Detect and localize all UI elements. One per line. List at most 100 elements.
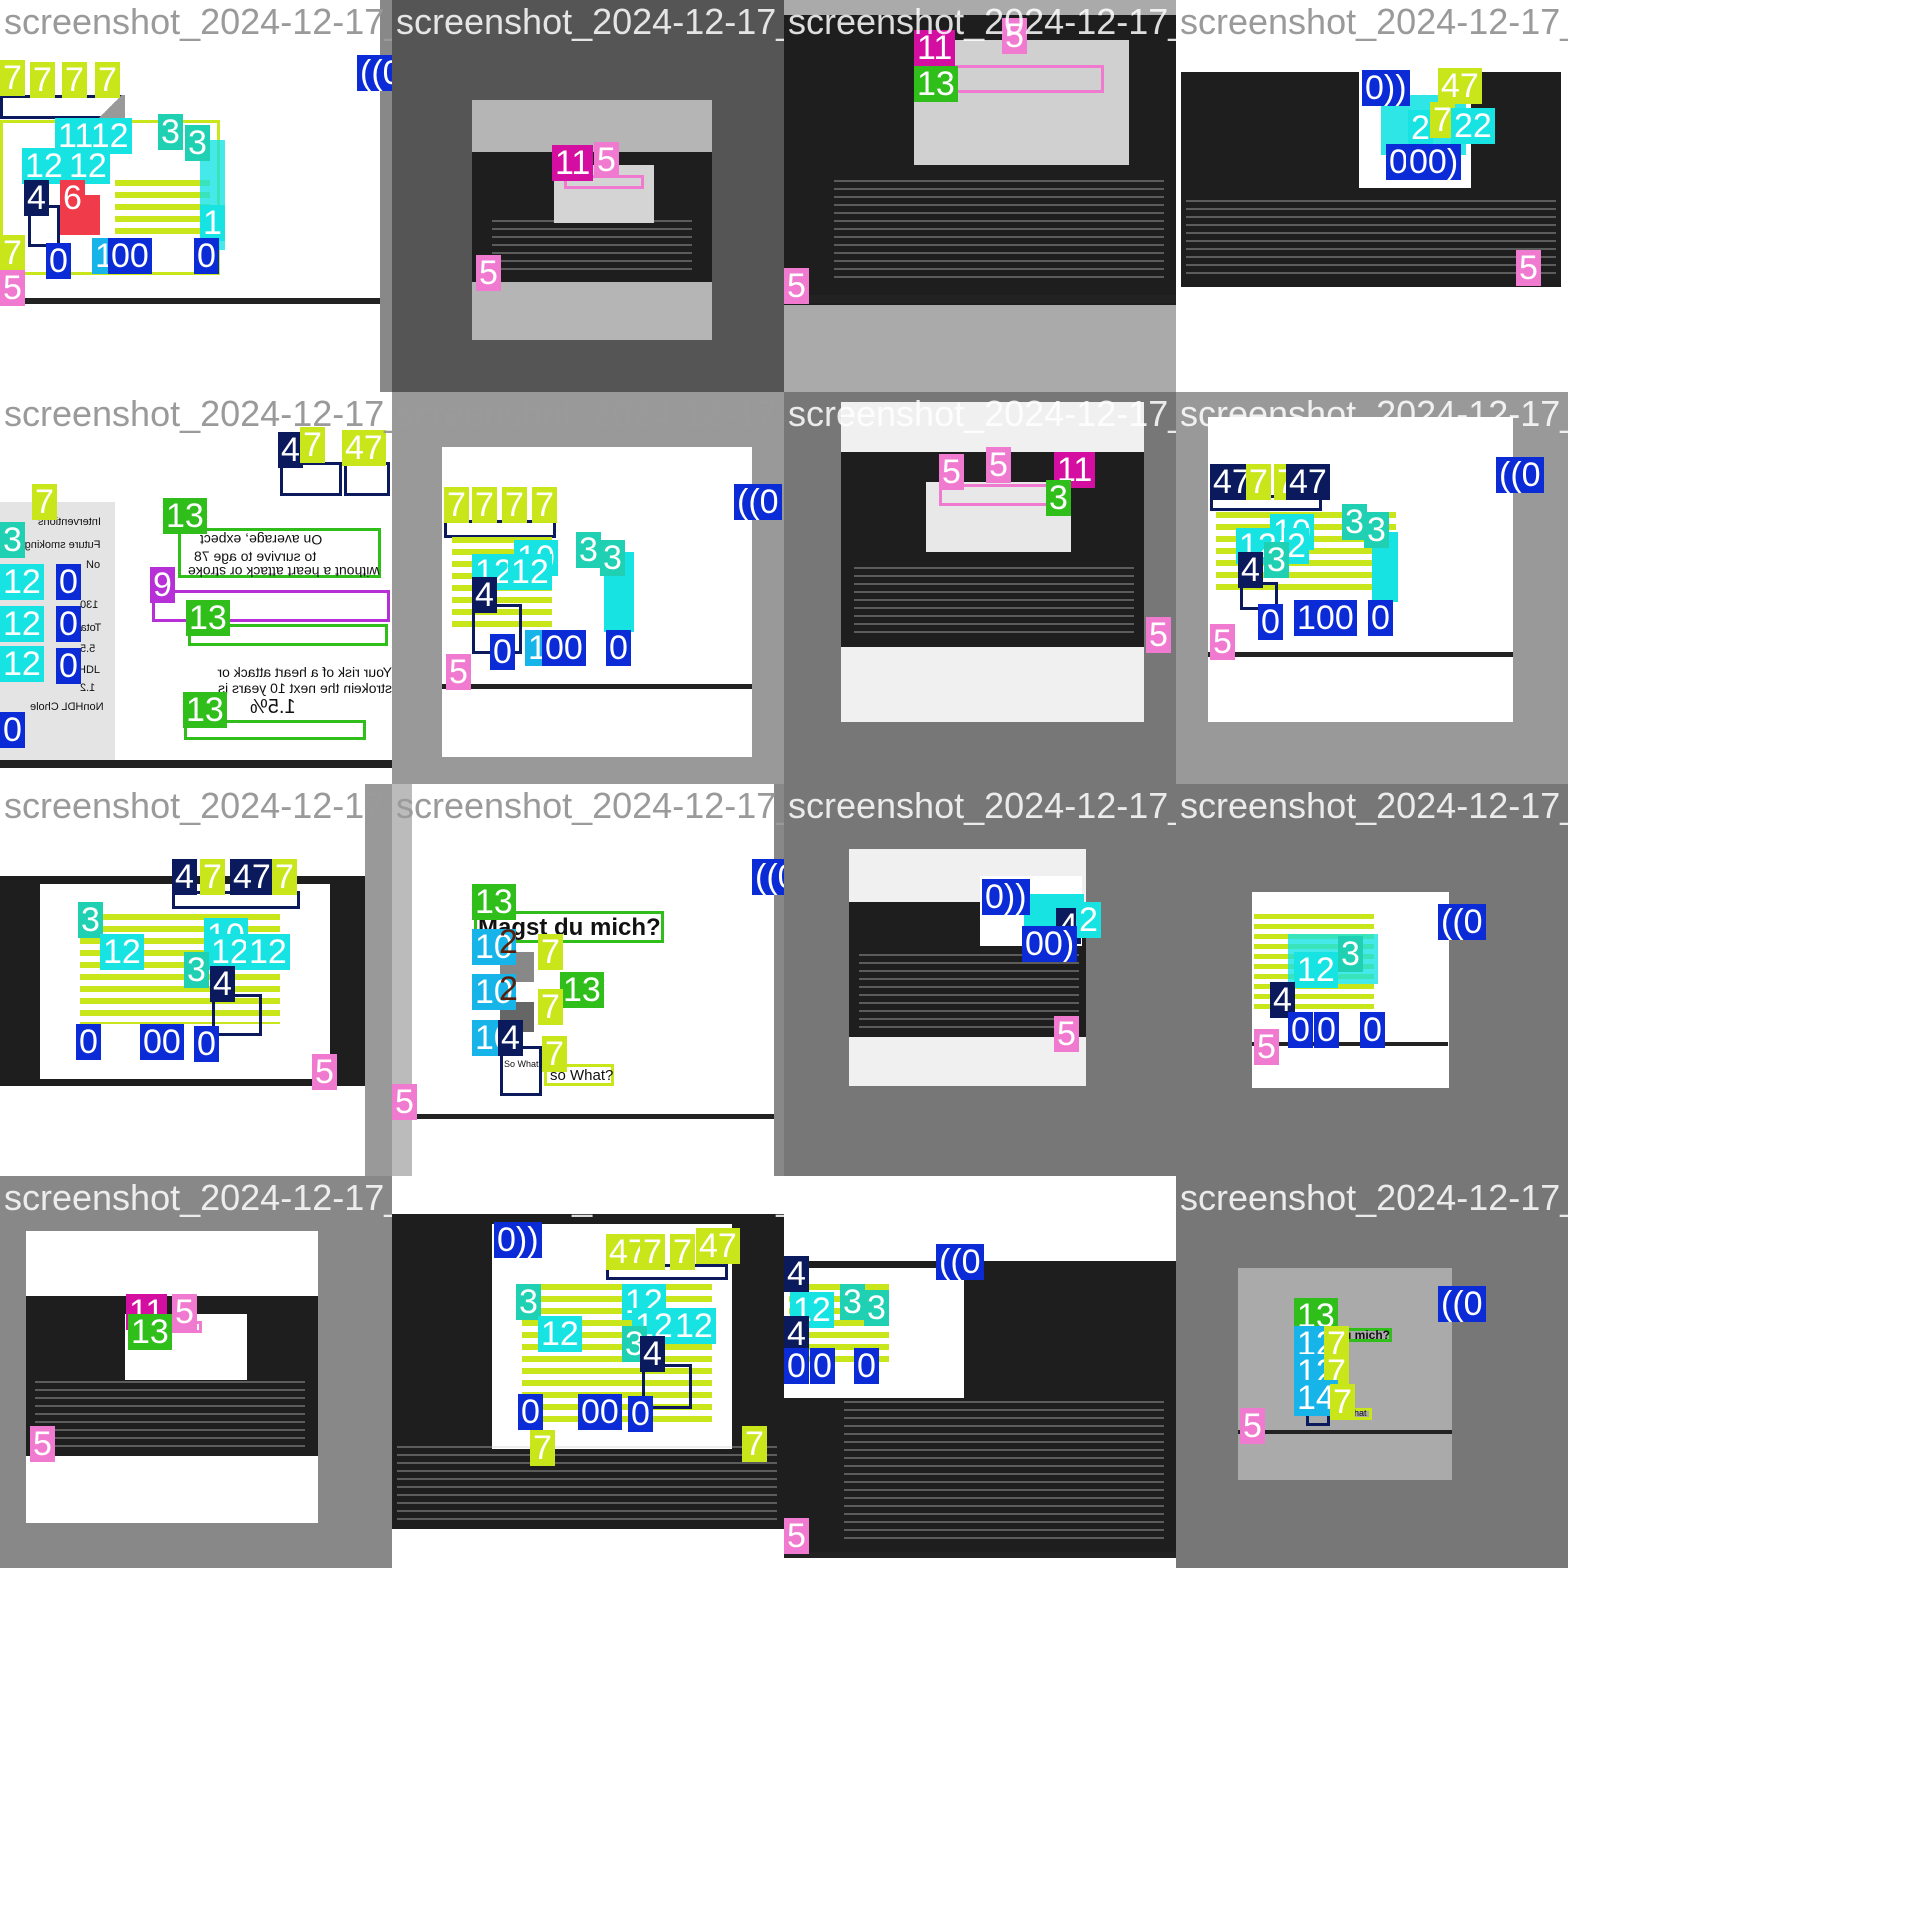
label-teal: 3 — [840, 1284, 865, 1320]
tile-6: 7 7 7 7 10 12 12 3 3 4 1 00 0 0 5 ((0 sc… — [392, 392, 784, 784]
label-yellow: 7 — [0, 235, 25, 271]
bbox-navy — [344, 462, 390, 496]
tile-13: 11 13 5 5 screenshot_2024-12-17_15-47-59… — [0, 1176, 392, 1568]
label-blue: 0)) — [1362, 70, 1410, 106]
v130: 130 — [80, 599, 99, 611]
label-green: 13 — [914, 66, 958, 102]
label-red: 6 — [60, 180, 85, 216]
label-cyan: 12 — [246, 934, 290, 970]
v12: 1.2 — [80, 682, 96, 694]
label-blue: 0 — [56, 648, 81, 684]
label-yellow: 7 — [538, 989, 563, 1025]
label-green: 13 — [128, 1314, 172, 1350]
label-magenta: 11 — [552, 145, 594, 181]
label-yellow: 7 — [472, 487, 497, 523]
label-green: 13 — [163, 498, 207, 534]
label-cyan: 1 — [200, 205, 225, 241]
label-pink: 5 — [784, 1518, 809, 1554]
tile-caption: screenshot_2024-12-17_15-30-46.png_r265 — [788, 1177, 1176, 1218]
label-yellow: 47 — [342, 430, 386, 466]
label-teal: 3 — [1338, 936, 1363, 972]
tile-7: 5 5 11 3 5 screenshot_2024-12-17_15-47-3… — [784, 392, 1176, 784]
label-pink: 5 — [446, 654, 471, 690]
label-pink: 5 — [1002, 18, 1027, 54]
survive-text-1: On average, expect — [200, 532, 323, 548]
label-yellow: 7 — [300, 427, 325, 463]
label-navy: 47 — [230, 859, 274, 895]
label-blue: 0 — [0, 712, 25, 748]
label-purple: 9 — [150, 567, 175, 603]
label-yellow: 7 — [200, 859, 225, 895]
survive-text-2: to survive to age 78 — [194, 548, 317, 564]
label-yellow: 7 — [0, 60, 25, 96]
label-green: 13 — [472, 884, 516, 920]
label-pink: 5 — [1240, 1408, 1265, 1444]
hdl-label: HDL — [78, 664, 101, 676]
label-teal: 3 — [1364, 512, 1389, 548]
label-blue: 0)) — [982, 879, 1030, 915]
label-yellow: 7 — [62, 62, 87, 98]
label-pink: 5 — [1146, 617, 1171, 653]
label-blue: ((0 — [936, 1244, 984, 1280]
tile-3: 11 5 13 5 screenshot_2024-12-17_15-47-27… — [784, 0, 1176, 392]
label-blue: 0 — [1258, 604, 1283, 640]
label-pink: 5 — [30, 1426, 55, 1462]
label-blue: 0 — [194, 1026, 219, 1062]
tile-12: 12 3 4 0 0 0 5 ((0 screenshot_2024-12-17… — [1176, 784, 1568, 1176]
tile-caption: screenshot_2024-12-17_15-38-54.png_r265 — [396, 393, 784, 434]
so-what-image: So What? — [504, 1059, 544, 1069]
label-yellow: 7 — [444, 487, 469, 523]
label-blue: 0 — [628, 1396, 653, 1432]
label-teal: 3 — [600, 540, 625, 576]
label-navy: 4 — [1238, 552, 1263, 588]
label-cyan: 12 — [0, 606, 44, 642]
tile-caption: screenshot_2024-12-17_15-30-38.png_r270 — [1180, 785, 1568, 826]
label-yellow: 7 — [538, 934, 563, 970]
label-teal: 3 — [864, 1290, 889, 1326]
label-pink: 5 — [312, 1054, 337, 1090]
label-blue: 0 — [854, 1348, 879, 1384]
tile-caption: screenshot_2024-12-17_15-35-40.png_r282 — [396, 785, 784, 826]
label-green: 13 — [183, 692, 227, 728]
label-pink: 5 — [1516, 250, 1541, 286]
label-blue: 0 — [76, 1024, 101, 1060]
tile-2: 11 5 5 screenshot_2024-12-17_15-38-53.pn… — [392, 0, 784, 392]
label-pink: 5 — [172, 1294, 197, 1330]
label-blue: 0 — [1314, 1012, 1339, 1048]
label-blue: 100 — [1294, 600, 1357, 636]
label-pink: 5 — [1210, 624, 1235, 660]
tile-caption: screenshot_2024-12-17_15-47-59.png — [4, 1177, 392, 1218]
label-blue: 0)) — [494, 1222, 542, 1258]
no-value: No — [86, 559, 101, 571]
label-pink: 5 — [476, 255, 501, 291]
label-cyan: 12 — [672, 1308, 716, 1344]
label-blue: 0 — [194, 238, 219, 274]
label-blue: 0 — [1368, 600, 1393, 636]
label-blue: 0 — [56, 606, 81, 642]
tile-8: 47 7 7 47 10 12 2 3 3 3 4 0 100 0 5 ((0 … — [1176, 392, 1568, 784]
label-navy: 4 — [210, 966, 235, 1002]
label-blue: 0 — [784, 1348, 809, 1384]
label-teal: 3 — [0, 522, 25, 558]
tile-caption: screenshot_2024-12-17_15-47-45.png_r299 — [1180, 1, 1568, 42]
label-cyan: 2 — [1076, 902, 1101, 938]
label-green: 13 — [186, 600, 230, 636]
label-brown: 2 — [499, 923, 518, 961]
tile-11: 0)) 4 2 00) 5 screenshot_2024-12-17_15-4… — [784, 784, 1176, 1176]
label-blue: 0 — [518, 1394, 543, 1430]
label-navy: 4 — [640, 1336, 665, 1372]
label-yellow: 7 — [272, 859, 297, 895]
label-teal: 3 — [516, 1284, 541, 1320]
label-yellow: 7 — [95, 62, 120, 98]
tile-caption: screenshot_2024-12-17_15-38-53.png — [4, 785, 392, 826]
label-yellow: 7 — [532, 487, 557, 523]
magst-title-small: u mich? — [1344, 1328, 1391, 1342]
tile-caption: screenshot_2024-12-17_15-38-32.png_r252 — [4, 393, 392, 434]
label-navy: 4 — [498, 1020, 523, 1056]
tile-5: 4 7 47 7 Interventions Future smoking ca… — [0, 392, 392, 784]
label-green: 3 — [1046, 480, 1071, 516]
label-yellow: 47 — [1438, 68, 1482, 104]
tile-caption: screenshot_2024-12-17_15-43-34.png_r290 — [788, 785, 1176, 826]
label-blue: 00) — [1022, 926, 1078, 962]
label-cyan: 12 — [538, 1316, 582, 1352]
